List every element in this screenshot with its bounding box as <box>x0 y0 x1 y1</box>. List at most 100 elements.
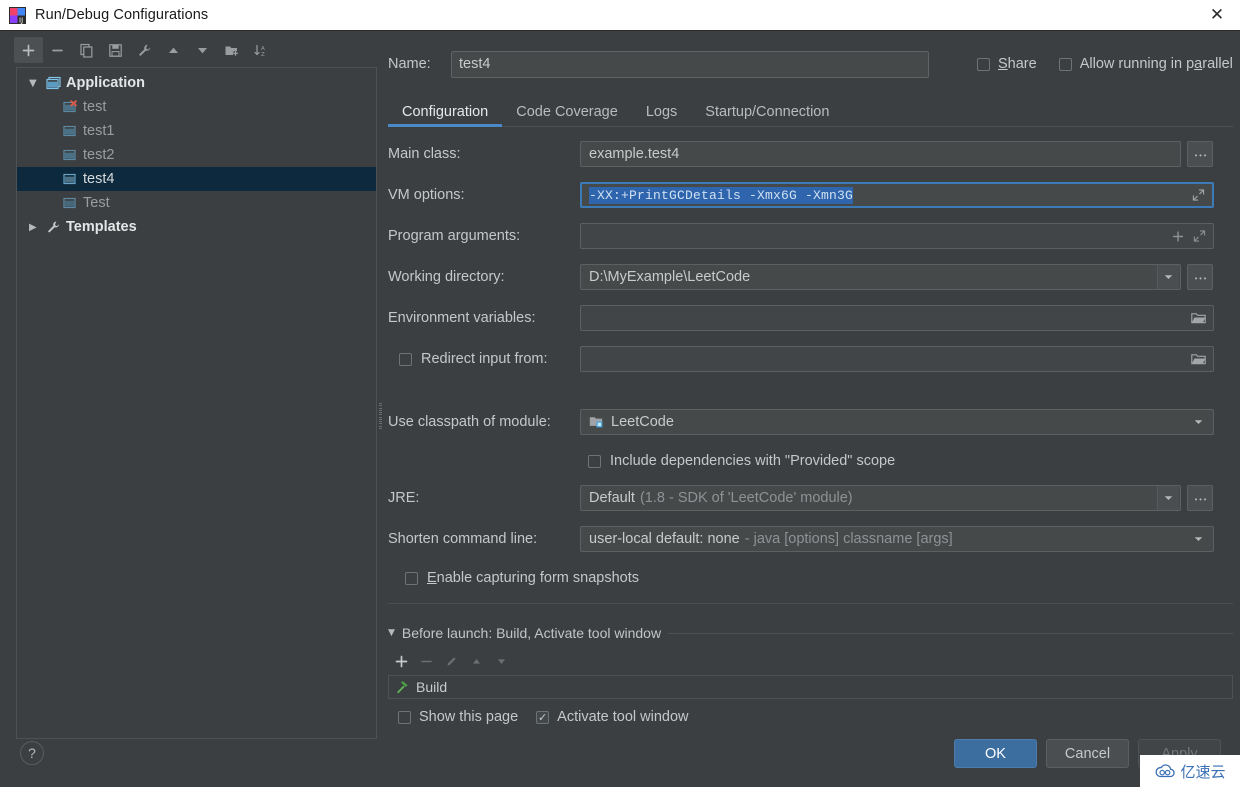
tab-logs[interactable]: Logs <box>632 104 691 127</box>
use-classpath-dropdown[interactable]: LeetCode <box>580 409 1214 435</box>
main-class-browse-button[interactable] <box>1187 141 1213 167</box>
working-directory-browse-button[interactable] <box>1187 264 1213 290</box>
program-arguments-expand-button[interactable] <box>1193 230 1206 243</box>
move-task-down-button[interactable] <box>495 655 508 668</box>
run-debug-configurations-dialog: IJ Run/Debug Configurations ✕ A Z ▼ Appl… <box>0 0 1240 787</box>
tab-configuration[interactable]: Configuration <box>388 104 503 127</box>
copy-icon[interactable] <box>72 37 101 63</box>
triangle-down-icon[interactable]: ▼ <box>388 628 395 638</box>
enable-capturing-checkbox[interactable]: Enable capturing form snapshots <box>388 567 1233 589</box>
vm-options-expand-button[interactable] <box>1192 189 1205 202</box>
tree-item-test1[interactable]: test1 <box>17 119 376 143</box>
wrench-icon[interactable] <box>130 37 159 63</box>
show-this-page-checkbox[interactable]: Show this page <box>398 709 518 725</box>
build-hammer-icon <box>395 680 409 694</box>
configurations-tree[interactable]: ▼ Application test test1 test2 test4 Tes… <box>16 67 377 739</box>
jre-browse-button[interactable] <box>1187 485 1213 511</box>
activate-tool-window-checkbox-box[interactable] <box>536 710 550 724</box>
jre-row: JRE: Default (1.8 - SDK of 'LeetCode' mo… <box>388 485 1233 511</box>
allow-parallel-label: Allow running in parallel <box>1079 56 1233 72</box>
tree-item-label: test <box>83 99 107 115</box>
program-arguments-add-button[interactable] <box>1172 230 1184 242</box>
tree-item-test2[interactable]: test2 <box>17 143 376 167</box>
tree-group-application[interactable]: ▼ Application <box>17 71 376 95</box>
include-dependencies-checkbox[interactable]: Include dependencies with "Provided" sco… <box>388 450 1233 472</box>
name-input-value: test4 <box>459 56 491 72</box>
ok-button[interactable]: OK <box>954 739 1037 768</box>
main-class-label: Main class: <box>388 146 461 162</box>
use-classpath-dropdown-button[interactable] <box>1187 410 1209 434</box>
remove-task-button[interactable] <box>420 655 433 668</box>
program-arguments-input[interactable] <box>580 223 1214 249</box>
run-config-icon <box>63 172 83 186</box>
sort-alpha-icon[interactable]: A Z <box>246 37 275 63</box>
shorten-command-line-suffix: - java [options] classname [args] <box>744 531 953 547</box>
shorten-command-line-dropdown[interactable]: user-local default: none - java [options… <box>580 526 1214 552</box>
name-input[interactable]: test4 <box>451 50 929 78</box>
allow-parallel-checkbox-box[interactable] <box>1058 57 1072 71</box>
working-directory-dropdown-button[interactable] <box>1157 265 1179 289</box>
redirect-input-row: Redirect input from: <box>388 346 1233 372</box>
jre-dropdown-button[interactable] <box>1157 486 1179 510</box>
remove-configuration-button[interactable] <box>43 37 72 63</box>
before-launch-header[interactable]: ▼ Before launch: Build, Activate tool wi… <box>388 625 1233 641</box>
before-launch-task-list[interactable]: Build <box>388 675 1233 699</box>
tree-item-test[interactable]: test <box>17 95 376 119</box>
redirect-input-checkbox-box[interactable] <box>399 352 412 366</box>
move-task-up-button[interactable] <box>470 655 483 668</box>
vm-options-row: VM options: -XX:+PrintGCDetails -Xmx6G -… <box>388 182 1233 208</box>
pencil-icon[interactable] <box>445 655 458 668</box>
watermark: 亿速云 <box>1140 755 1240 787</box>
wrench-icon <box>46 220 66 234</box>
tree-item-label: Test <box>83 195 110 211</box>
panel-splitter[interactable] <box>378 403 383 429</box>
main-class-row: Main class: example.test4 <box>388 141 1233 167</box>
redirect-input-label: Redirect input from: <box>421 351 548 367</box>
window-titlebar: IJ Run/Debug Configurations ✕ <box>0 0 1240 30</box>
tree-item-label: test4 <box>83 171 115 187</box>
close-icon[interactable]: ✕ <box>1194 0 1240 30</box>
use-classpath-row: Use classpath of module: LeetCode <box>388 409 1233 435</box>
environment-variables-row: Environment variables: <box>388 305 1233 331</box>
allow-parallel-checkbox[interactable]: Allow running in parallel <box>1058 56 1233 72</box>
use-classpath-label: Use classpath of module: <box>388 414 551 430</box>
show-this-page-checkbox-box[interactable] <box>398 710 411 724</box>
share-checkbox[interactable]: Share <box>977 56 1037 72</box>
dialog-body: A Z ▼ Application test test1 test2 test4… <box>0 30 1240 787</box>
watermark-text: 亿速云 <box>1180 762 1226 781</box>
save-icon[interactable] <box>101 37 130 63</box>
tree-group-templates[interactable]: ▶ Templates <box>17 215 376 239</box>
triangle-down-icon[interactable]: ▼ <box>29 78 46 89</box>
tree-item-test4[interactable]: test4 <box>17 167 376 191</box>
tab-code-coverage[interactable]: Code Coverage <box>502 104 632 127</box>
arrow-up-icon[interactable] <box>159 37 188 63</box>
tree-item-Test[interactable]: Test <box>17 191 376 215</box>
redirect-input-checkbox[interactable]: Redirect input from: <box>388 351 580 367</box>
cancel-button[interactable]: Cancel <box>1046 739 1129 768</box>
redirect-input-browse-button[interactable] <box>1191 353 1206 366</box>
working-directory-input[interactable]: D:\MyExample\LeetCode <box>580 264 1181 290</box>
activate-tool-window-checkbox[interactable]: Activate tool window <box>536 709 689 725</box>
tab-startup-connection[interactable]: Startup/Connection <box>691 104 843 127</box>
working-directory-label: Working directory: <box>388 269 505 285</box>
before-launch-rule <box>668 632 1233 634</box>
add-configuration-button[interactable] <box>14 37 43 63</box>
new-folder-icon[interactable] <box>217 37 246 63</box>
configuration-form: Main class: example.test4 VM options: -X… <box>388 141 1233 725</box>
vm-options-input[interactable]: -XX:+PrintGCDetails -Xmx6G -Xmn3G <box>580 182 1214 208</box>
enable-capturing-checkbox-box[interactable] <box>405 571 418 585</box>
add-task-button[interactable] <box>395 655 408 668</box>
jre-dropdown[interactable]: Default (1.8 - SDK of 'LeetCode' module) <box>580 485 1181 511</box>
share-checkbox-box[interactable] <box>977 57 990 71</box>
environment-variables-browse-button[interactable] <box>1191 312 1206 325</box>
arrow-down-icon[interactable] <box>188 37 217 63</box>
enable-capturing-label: Enable capturing form snapshots <box>427 570 639 586</box>
environment-variables-input[interactable] <box>580 305 1214 331</box>
redirect-input-field[interactable] <box>580 346 1214 372</box>
include-dependencies-checkbox-box[interactable] <box>588 454 601 468</box>
shorten-command-line-dropdown-button[interactable] <box>1187 527 1209 551</box>
main-class-input[interactable]: example.test4 <box>580 141 1181 167</box>
triangle-right-icon[interactable]: ▶ <box>29 222 46 233</box>
question-mark-icon[interactable]: ? <box>20 741 44 765</box>
vm-options-value: -XX:+PrintGCDetails -Xmx6G -Xmn3G <box>589 186 854 204</box>
